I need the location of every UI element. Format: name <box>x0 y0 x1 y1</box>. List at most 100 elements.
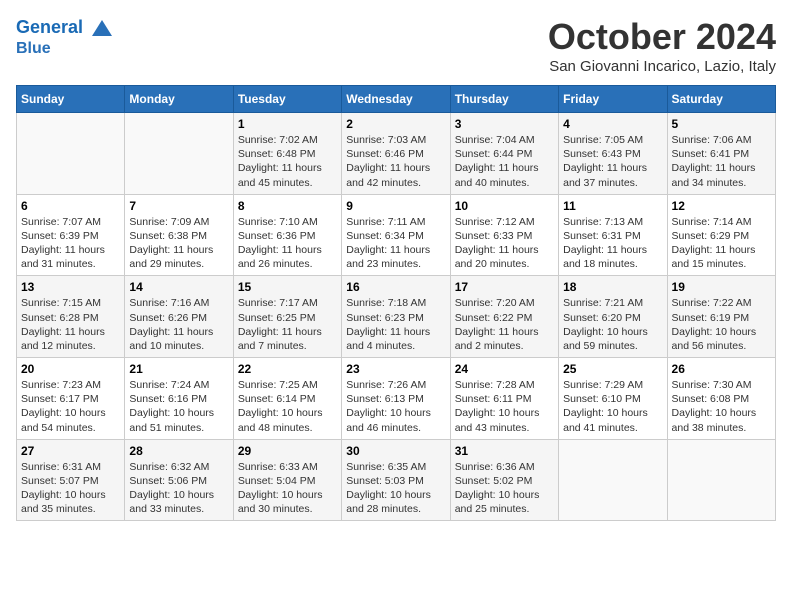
day-number: 25 <box>563 362 662 376</box>
calendar-day-cell: 12 Sunrise: 7:14 AM Sunset: 6:29 PM Dayli… <box>667 194 775 276</box>
month-title: October 2024 <box>548 16 776 58</box>
day-info: Sunrise: 7:18 AM Sunset: 6:23 PM Dayligh… <box>346 296 445 353</box>
day-number: 18 <box>563 280 662 294</box>
day-info: Sunrise: 7:15 AM Sunset: 6:28 PM Dayligh… <box>21 296 120 353</box>
day-number: 15 <box>238 280 337 294</box>
calendar-day-cell: 2 Sunrise: 7:03 AM Sunset: 6:46 PM Daylig… <box>342 113 450 195</box>
location: San Giovanni Incarico, Lazio, Italy <box>548 58 776 75</box>
calendar-day-cell: 9 Sunrise: 7:11 AM Sunset: 6:34 PM Daylig… <box>342 194 450 276</box>
col-header-wednesday: Wednesday <box>342 86 450 113</box>
day-number: 6 <box>21 199 120 213</box>
day-info: Sunrise: 7:10 AM Sunset: 6:36 PM Dayligh… <box>238 215 337 272</box>
calendar-day-cell: 14 Sunrise: 7:16 AM Sunset: 6:26 PM Dayli… <box>125 276 233 358</box>
calendar-day-cell: 16 Sunrise: 7:18 AM Sunset: 6:23 PM Dayli… <box>342 276 450 358</box>
calendar-week-row: 20 Sunrise: 7:23 AM Sunset: 6:17 PM Dayli… <box>17 358 776 440</box>
day-info: Sunrise: 7:24 AM Sunset: 6:16 PM Dayligh… <box>129 378 228 435</box>
day-number: 8 <box>238 199 337 213</box>
day-info: Sunrise: 7:16 AM Sunset: 6:26 PM Dayligh… <box>129 296 228 353</box>
day-number: 28 <box>129 444 228 458</box>
calendar-day-cell: 18 Sunrise: 7:21 AM Sunset: 6:20 PM Dayli… <box>559 276 667 358</box>
col-header-sunday: Sunday <box>17 86 125 113</box>
day-number: 20 <box>21 362 120 376</box>
day-info: Sunrise: 7:05 AM Sunset: 6:43 PM Dayligh… <box>563 133 662 190</box>
calendar-day-cell: 3 Sunrise: 7:04 AM Sunset: 6:44 PM Daylig… <box>450 113 558 195</box>
calendar-day-cell: 15 Sunrise: 7:17 AM Sunset: 6:25 PM Dayli… <box>233 276 341 358</box>
logo-blue: Blue <box>16 40 114 58</box>
calendar-empty-cell <box>125 113 233 195</box>
calendar-day-cell: 13Sunrise: 7:15 AM Sunset: 6:28 PM Dayli… <box>17 276 125 358</box>
day-number: 26 <box>672 362 771 376</box>
calendar-empty-cell <box>667 439 775 521</box>
day-number: 7 <box>129 199 228 213</box>
day-number: 21 <box>129 362 228 376</box>
day-number: 3 <box>455 117 554 131</box>
calendar-day-cell: 19 Sunrise: 7:22 AM Sunset: 6:19 PM Dayli… <box>667 276 775 358</box>
page-header: General Blue October 2024 San Giovanni I… <box>16 16 776 75</box>
day-info: Sunrise: 7:21 AM Sunset: 6:20 PM Dayligh… <box>563 296 662 353</box>
day-number: 10 <box>455 199 554 213</box>
day-number: 31 <box>455 444 554 458</box>
day-number: 24 <box>455 362 554 376</box>
day-number: 29 <box>238 444 337 458</box>
day-number: 16 <box>346 280 445 294</box>
calendar-day-cell: 22Sunrise: 7:25 AM Sunset: 6:14 PM Dayli… <box>233 358 341 440</box>
calendar-day-cell: 7 Sunrise: 7:09 AM Sunset: 6:38 PM Daylig… <box>125 194 233 276</box>
logo-general: General <box>16 17 83 37</box>
logo-icon <box>90 16 114 40</box>
day-info: Sunrise: 6:35 AM Sunset: 5:03 PM Dayligh… <box>346 460 445 517</box>
calendar-day-cell: 24 Sunrise: 7:28 AM Sunset: 6:11 PM Dayli… <box>450 358 558 440</box>
day-info: Sunrise: 7:23 AM Sunset: 6:17 PM Dayligh… <box>21 378 120 435</box>
col-header-saturday: Saturday <box>667 86 775 113</box>
calendar-day-cell: 25Sunrise: 7:29 AM Sunset: 6:10 PM Dayli… <box>559 358 667 440</box>
day-info: Sunrise: 7:06 AM Sunset: 6:41 PM Dayligh… <box>672 133 771 190</box>
day-info: Sunrise: 7:03 AM Sunset: 6:46 PM Dayligh… <box>346 133 445 190</box>
day-number: 27 <box>21 444 120 458</box>
day-info: Sunrise: 7:17 AM Sunset: 6:25 PM Dayligh… <box>238 296 337 353</box>
title-block: October 2024 San Giovanni Incarico, Lazi… <box>548 16 776 75</box>
calendar-table: SundayMondayTuesdayWednesdayThursdayFrid… <box>16 85 776 521</box>
logo-text: General <box>16 16 114 40</box>
calendar-day-cell: 21 Sunrise: 7:24 AM Sunset: 6:16 PM Dayli… <box>125 358 233 440</box>
day-info: Sunrise: 7:22 AM Sunset: 6:19 PM Dayligh… <box>672 296 771 353</box>
day-number: 9 <box>346 199 445 213</box>
day-number: 19 <box>672 280 771 294</box>
day-info: Sunrise: 6:31 AM Sunset: 5:07 PM Dayligh… <box>21 460 120 517</box>
calendar-day-cell: 29 Sunrise: 6:33 AM Sunset: 5:04 PM Dayli… <box>233 439 341 521</box>
day-number: 5 <box>672 117 771 131</box>
day-info: Sunrise: 7:04 AM Sunset: 6:44 PM Dayligh… <box>455 133 554 190</box>
calendar-day-cell: 17Sunrise: 7:20 AM Sunset: 6:22 PM Dayli… <box>450 276 558 358</box>
calendar-day-cell: 31 Sunrise: 6:36 AM Sunset: 5:02 PM Dayli… <box>450 439 558 521</box>
day-number: 14 <box>129 280 228 294</box>
col-header-friday: Friday <box>559 86 667 113</box>
day-number: 12 <box>672 199 771 213</box>
day-info: Sunrise: 6:33 AM Sunset: 5:04 PM Dayligh… <box>238 460 337 517</box>
calendar-day-cell: 8 Sunrise: 7:10 AM Sunset: 6:36 PM Daylig… <box>233 194 341 276</box>
calendar-day-cell: 27 Sunrise: 6:31 AM Sunset: 5:07 PM Dayli… <box>17 439 125 521</box>
calendar-header-row: SundayMondayTuesdayWednesdayThursdayFrid… <box>17 86 776 113</box>
calendar-day-cell: 28Sunrise: 6:32 AM Sunset: 5:06 PM Dayli… <box>125 439 233 521</box>
day-info: Sunrise: 7:12 AM Sunset: 6:33 PM Dayligh… <box>455 215 554 272</box>
calendar-day-cell: 10 Sunrise: 7:12 AM Sunset: 6:33 PM Dayli… <box>450 194 558 276</box>
day-info: Sunrise: 7:26 AM Sunset: 6:13 PM Dayligh… <box>346 378 445 435</box>
col-header-monday: Monday <box>125 86 233 113</box>
day-info: Sunrise: 7:09 AM Sunset: 6:38 PM Dayligh… <box>129 215 228 272</box>
day-number: 30 <box>346 444 445 458</box>
calendar-day-cell: 11 Sunrise: 7:13 AM Sunset: 6:31 PM Dayli… <box>559 194 667 276</box>
logo: General Blue <box>16 16 114 58</box>
day-number: 17 <box>455 280 554 294</box>
day-info: Sunrise: 6:36 AM Sunset: 5:02 PM Dayligh… <box>455 460 554 517</box>
calendar-day-cell: 26 Sunrise: 7:30 AM Sunset: 6:08 PM Dayli… <box>667 358 775 440</box>
calendar-week-row: 6Sunrise: 7:07 AM Sunset: 6:39 PM Daylig… <box>17 194 776 276</box>
calendar-empty-cell <box>17 113 125 195</box>
day-number: 11 <box>563 199 662 213</box>
calendar-week-row: 1Sunrise: 7:02 AM Sunset: 6:48 PM Daylig… <box>17 113 776 195</box>
day-number: 2 <box>346 117 445 131</box>
day-info: Sunrise: 7:14 AM Sunset: 6:29 PM Dayligh… <box>672 215 771 272</box>
day-info: Sunrise: 7:30 AM Sunset: 6:08 PM Dayligh… <box>672 378 771 435</box>
day-number: 4 <box>563 117 662 131</box>
day-info: Sunrise: 7:11 AM Sunset: 6:34 PM Dayligh… <box>346 215 445 272</box>
day-info: Sunrise: 7:13 AM Sunset: 6:31 PM Dayligh… <box>563 215 662 272</box>
day-info: Sunrise: 7:28 AM Sunset: 6:11 PM Dayligh… <box>455 378 554 435</box>
calendar-day-cell: 20 Sunrise: 7:23 AM Sunset: 6:17 PM Dayli… <box>17 358 125 440</box>
day-number: 1 <box>238 117 337 131</box>
